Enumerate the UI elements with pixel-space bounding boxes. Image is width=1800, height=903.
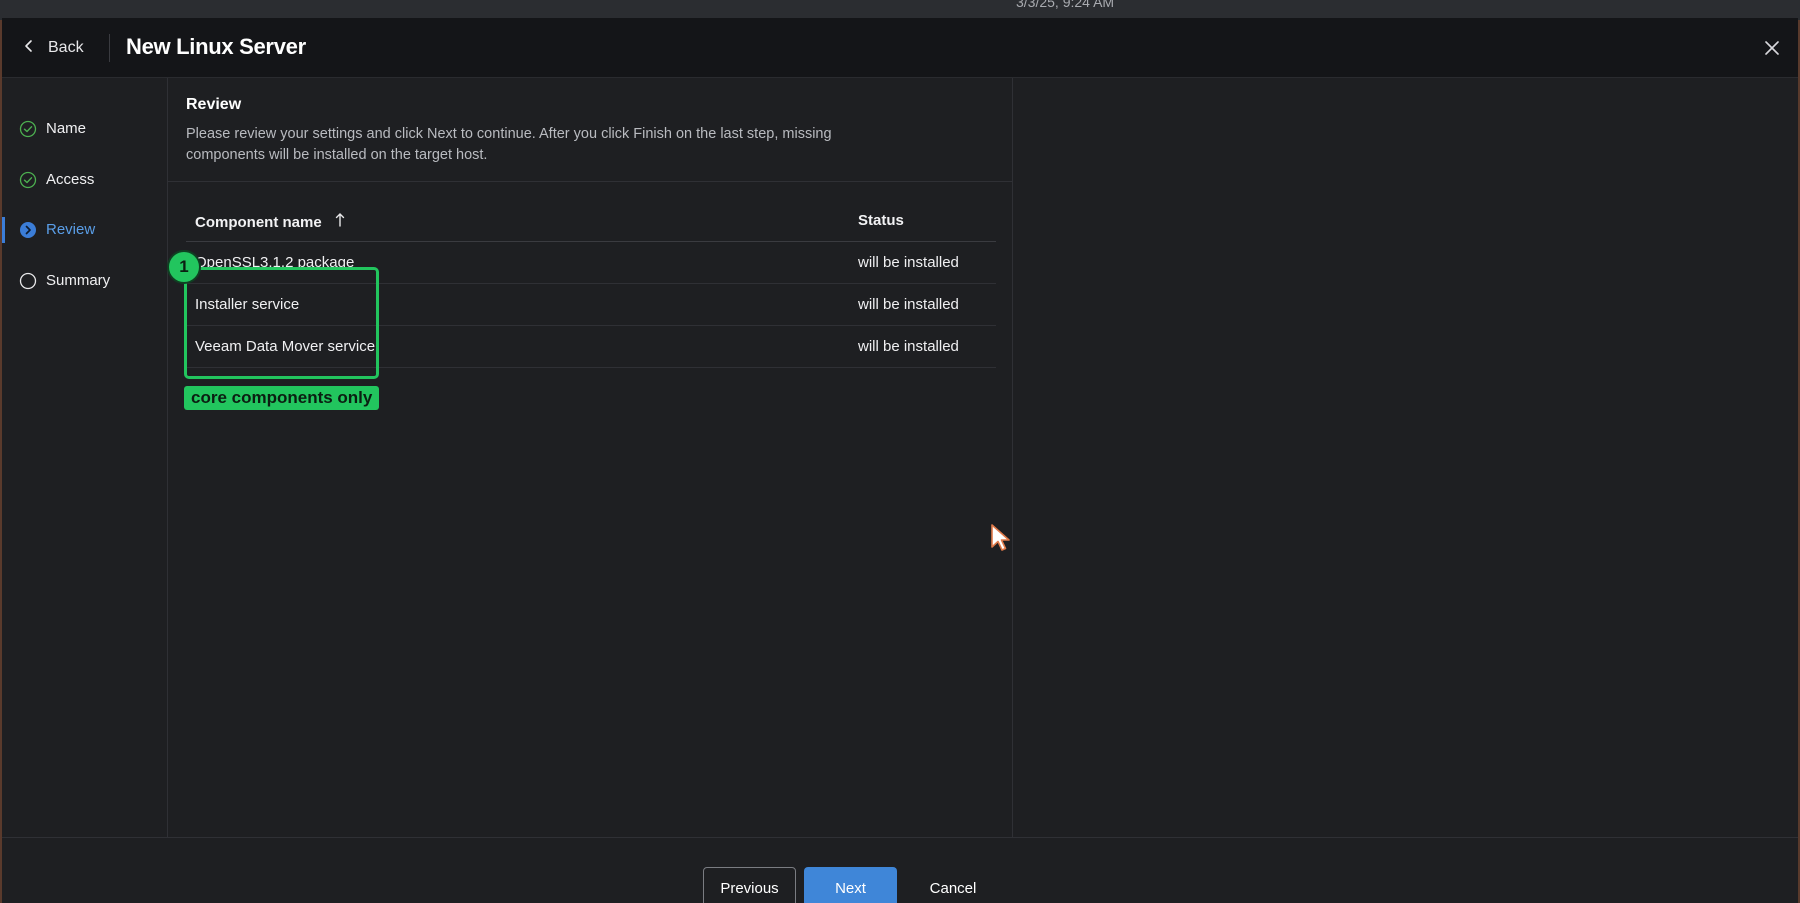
header-divider <box>109 34 110 62</box>
step-label: Summary <box>46 272 111 289</box>
step-label: Review <box>46 221 96 238</box>
sort-ascending-icon <box>334 212 346 232</box>
wizard-footer: Previous Next Cancel <box>2 837 1798 903</box>
mouse-pointer-icon <box>990 523 1012 553</box>
wizard-window: Back New Linux Server Name Access Review… <box>2 18 1798 903</box>
column-header-label: Component name <box>195 213 322 231</box>
status-cell: will be installed <box>858 254 959 271</box>
current-step-icon <box>19 221 37 239</box>
taskbar-clock: 3/3/25, 9:24 AM <box>1016 0 1115 10</box>
step-label: Access <box>46 171 95 188</box>
annotation-label: core components only <box>184 386 380 410</box>
page-title: New Linux Server <box>126 34 306 59</box>
close-icon <box>1760 41 1784 64</box>
taskbar: 3/3/25, 9:24 AM <box>0 0 1800 20</box>
annotation-number-badge: 1 <box>167 250 201 284</box>
section-title: Review <box>186 96 242 113</box>
close-button[interactable] <box>1760 36 1784 60</box>
check-circle-icon <box>19 120 37 138</box>
step-access[interactable]: Access <box>2 165 168 195</box>
wizard-steps-sidebar: Name Access Review Summary <box>2 78 168 837</box>
step-summary[interactable]: Summary <box>2 266 168 296</box>
back-button[interactable]: Back <box>22 36 84 60</box>
divider <box>168 181 1013 182</box>
table-header: Component name Status <box>186 198 996 242</box>
empty-circle-icon <box>19 272 37 290</box>
annotation-highlight-box <box>184 267 379 379</box>
review-panel: Review Please review your settings and c… <box>168 78 1013 837</box>
cancel-button[interactable]: Cancel <box>916 867 990 903</box>
status-cell: will be installed <box>858 338 959 355</box>
step-name[interactable]: Name <box>2 114 168 144</box>
column-header-component-name[interactable]: Component name <box>195 212 346 232</box>
section-description: Please review your settings and click Ne… <box>186 126 832 163</box>
previous-button[interactable]: Previous <box>703 867 796 903</box>
next-button[interactable]: Next <box>804 867 897 903</box>
step-review[interactable]: Review <box>2 215 168 245</box>
chevron-left-icon <box>22 39 36 58</box>
wizard-header: Back New Linux Server <box>2 18 1798 78</box>
check-circle-icon <box>19 171 37 189</box>
status-cell: will be installed <box>858 296 959 313</box>
step-label: Name <box>46 120 87 137</box>
column-header-status[interactable]: Status <box>858 212 904 229</box>
back-label: Back <box>48 39 84 56</box>
